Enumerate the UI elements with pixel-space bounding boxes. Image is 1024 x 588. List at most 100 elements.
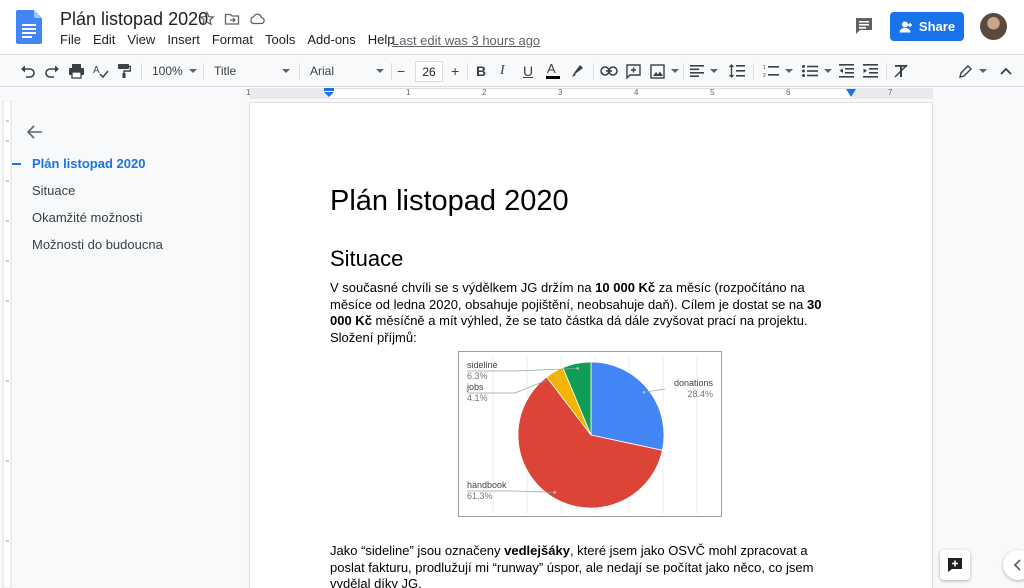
left-indent-marker-icon[interactable]	[324, 88, 334, 98]
svg-text:2: 2	[763, 73, 766, 78]
paragraph-income[interactable]: V současné chvíli se s výdělkem JG držím…	[330, 280, 840, 346]
document-heading-situace[interactable]: Situace	[330, 246, 403, 272]
menu-tools[interactable]: Tools	[265, 32, 301, 47]
chevron-down-icon	[282, 69, 290, 73]
document-heading-title[interactable]: Plán listopad 2020	[330, 185, 569, 218]
editing-mode-button[interactable]	[958, 55, 987, 87]
last-edit-link[interactable]: Last edit was 3 hours ago	[392, 33, 540, 48]
chevron-down-icon	[671, 69, 679, 73]
insert-image-button[interactable]	[650, 55, 679, 87]
bulleted-list-icon	[802, 65, 818, 77]
move-folder-icon[interactable]	[224, 11, 240, 27]
add-comment-side-button[interactable]	[940, 550, 970, 580]
print-button[interactable]	[68, 55, 85, 87]
pie-chart-svg: donations28.4% handbook61.3% jobs4.1% sidel…	[466, 356, 714, 514]
line-spacing-button[interactable]	[729, 55, 745, 87]
decrease-indent-button[interactable]	[839, 55, 854, 87]
highlight-color-button[interactable]	[570, 55, 586, 87]
pie-leader-dot-jobs	[555, 374, 559, 378]
menu-format[interactable]: Format	[212, 32, 259, 47]
ruler-number: 2	[482, 88, 487, 97]
toolbar-divider	[753, 63, 754, 80]
pie-label-donations: donations	[674, 378, 714, 388]
text-color-button[interactable]: A	[546, 55, 560, 87]
undo-button[interactable]	[20, 55, 36, 87]
horizontal-ruler[interactable]: 1 1 2 3 4 5 6 7	[0, 87, 1024, 101]
side-panel-toggle[interactable]	[1003, 550, 1024, 580]
menu-edit[interactable]: Edit	[93, 32, 121, 47]
chevron-down-icon	[785, 69, 793, 73]
share-label: Share	[918, 19, 956, 34]
italic-button[interactable]: I	[500, 55, 505, 87]
link-icon	[600, 66, 618, 76]
redo-button[interactable]	[44, 55, 60, 87]
google-docs-window: Plán listopad 2020 File Edit View Insert…	[0, 0, 1024, 588]
numbered-list-icon: 12	[763, 65, 779, 78]
align-button[interactable]	[690, 55, 718, 87]
clear-formatting-button[interactable]	[894, 55, 908, 87]
ruler-number: 6	[786, 88, 791, 97]
pie-label-jobs: jobs	[466, 382, 484, 392]
account-avatar[interactable]	[980, 13, 1007, 40]
bold-icon: B	[476, 63, 487, 79]
paragraph-sideline-run: Jako “sideline” jsou označeny	[330, 543, 505, 558]
pie-slices	[517, 361, 665, 509]
zoom-select[interactable]: 100%	[152, 55, 197, 87]
paragraph-income-run: V současné chvíli se s výdělkem JG držím…	[330, 280, 596, 295]
paragraph-sideline-run: vedlejšáky	[504, 543, 570, 558]
increase-font-size-button[interactable]: +	[451, 55, 459, 87]
share-button[interactable]: Share	[890, 12, 964, 41]
increase-indent-button[interactable]	[863, 55, 878, 87]
collapse-menus-button[interactable]	[1000, 55, 1012, 87]
insert-link-button[interactable]	[600, 55, 618, 87]
redo-icon	[45, 65, 59, 78]
arrow-back-icon[interactable]	[26, 123, 44, 141]
highlighter-icon	[572, 65, 583, 77]
add-comment-button[interactable]	[626, 55, 641, 87]
document-title[interactable]: Plán listopad 2020	[60, 9, 208, 30]
document-page[interactable]: Plán listopad 2020 Situace V současné ch…	[250, 103, 932, 588]
docs-logo-icon[interactable]	[16, 10, 42, 44]
ruler-number: 3	[558, 88, 563, 97]
minus-icon: −	[397, 63, 406, 79]
decrease-font-size-button[interactable]: −	[397, 55, 405, 87]
add-comment-icon	[948, 558, 962, 572]
bulleted-list-button[interactable]	[802, 55, 832, 87]
toolbar-divider	[593, 63, 594, 80]
bold-button[interactable]: B	[476, 55, 486, 87]
toolbar-divider	[391, 63, 392, 80]
paint-format-button[interactable]	[117, 55, 131, 87]
line-spacing-icon	[729, 64, 745, 78]
pie-leader-dot-donations	[642, 391, 646, 394]
menu-insert[interactable]: Insert	[167, 32, 206, 47]
numbered-list-button[interactable]: 12	[763, 55, 793, 87]
outline-item-okamzite-moznosti[interactable]: Okamžité možnosti	[32, 210, 143, 225]
italic-icon: I	[500, 63, 505, 78]
spellcheck-button[interactable]: A	[93, 55, 109, 87]
underline-button[interactable]: U	[523, 55, 533, 87]
outline-item-moznosti-do-budoucna[interactable]: Možnosti do budoucna	[32, 237, 163, 252]
star-icon[interactable]	[199, 11, 215, 27]
menu-file[interactable]: File	[60, 32, 87, 47]
ruler-number: 1	[246, 88, 251, 97]
income-pie-chart[interactable]: donations 28.4% handbook 61.3% jobs 4.1% sidel…	[458, 351, 722, 517]
svg-text:1: 1	[763, 65, 766, 71]
chevron-down-icon	[979, 69, 987, 73]
paint-roller-icon	[118, 64, 131, 78]
text-color-icon: A	[546, 62, 560, 79]
right-indent-marker-icon[interactable]	[846, 89, 856, 98]
clear-formatting-icon	[894, 64, 908, 78]
menu-view[interactable]: View	[127, 32, 161, 47]
paragraph-income-run: 10 000 Kč	[595, 280, 656, 295]
outline-item-situace[interactable]: Situace	[32, 183, 75, 198]
paragraph-sideline[interactable]: Jako “sideline” jsou označeny vedlejšáky…	[330, 543, 840, 588]
font-select[interactable]: Arial	[310, 55, 384, 87]
font-size-input[interactable]: 26	[415, 61, 443, 82]
outline-item-title[interactable]: Plán listopad 2020	[32, 156, 145, 171]
menu-addons[interactable]: Add-ons	[307, 32, 361, 47]
ruler-track	[249, 88, 933, 99]
cloud-saved-icon[interactable]	[249, 11, 265, 27]
comments-icon[interactable]	[853, 15, 875, 37]
paragraph-style-select[interactable]: Title	[214, 55, 290, 87]
ruler-left-margin	[249, 88, 329, 99]
